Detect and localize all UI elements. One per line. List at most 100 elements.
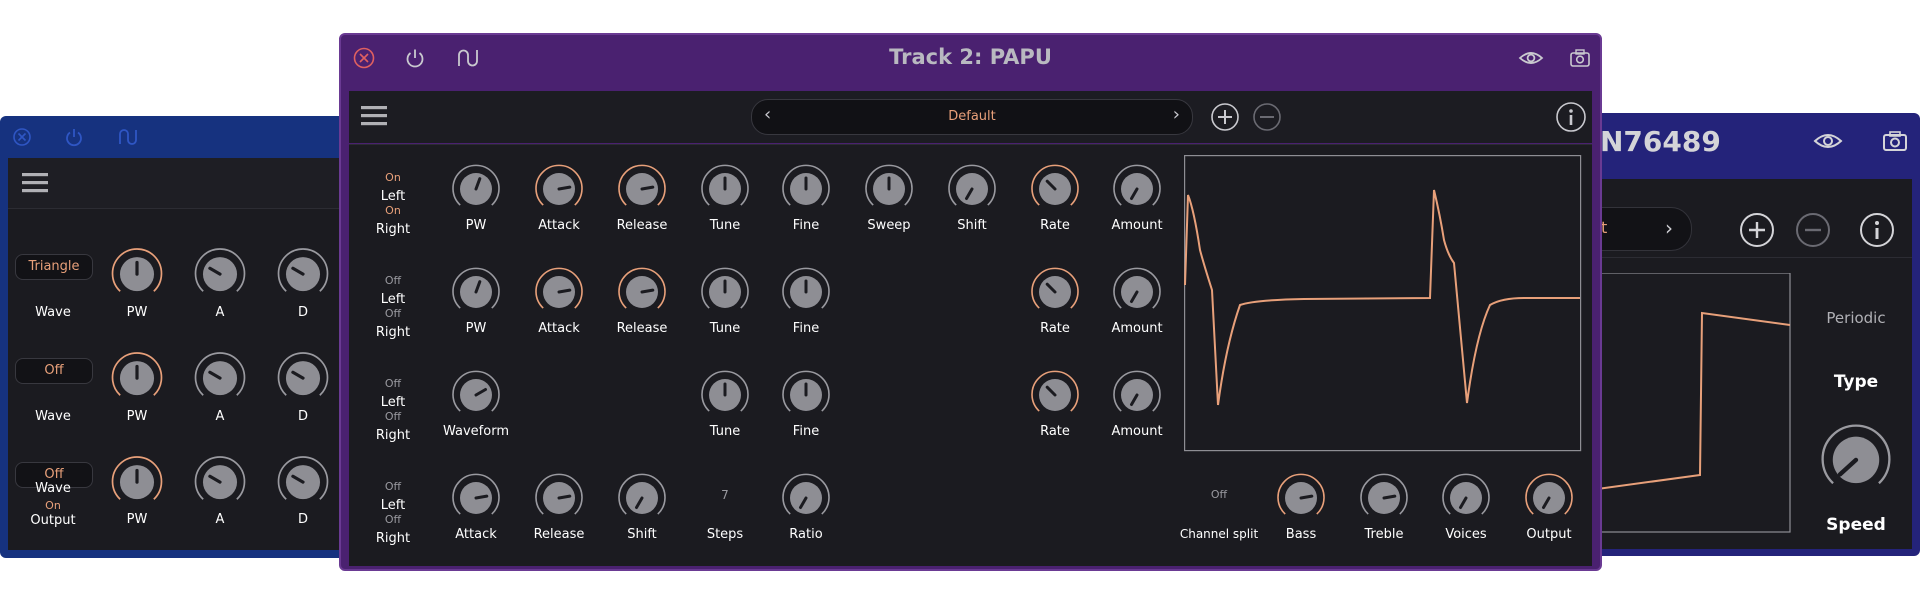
row1-toggle-state[interactable]: On bbox=[385, 204, 401, 217]
left-d-knob[interactable] bbox=[270, 239, 336, 305]
row1-pw-label: PW bbox=[465, 218, 487, 233]
right-camera-icon[interactable] bbox=[1882, 130, 1908, 152]
steps-value[interactable]: 7 bbox=[721, 488, 729, 502]
row3-channel-label-left: Left bbox=[380, 395, 406, 410]
steps-label: Steps bbox=[706, 527, 744, 542]
main-controls: On Left On Right PW Attack Release Tune Fine Swee… bbox=[341, 35, 1600, 569]
treble-knob[interactable] bbox=[1353, 465, 1415, 527]
left-row2-a-label: A bbox=[215, 409, 225, 424]
tune-knob[interactable] bbox=[694, 362, 756, 424]
row2-tune-label: Tune bbox=[709, 321, 741, 336]
attack-knob[interactable] bbox=[528, 156, 590, 218]
row2-toggle-state[interactable]: Off bbox=[385, 307, 401, 320]
row1-channel-label-left: Left bbox=[380, 189, 406, 204]
left-row2-pw-label: PW bbox=[126, 409, 148, 424]
pw-knob[interactable] bbox=[445, 156, 507, 218]
left-row2-d-label: D bbox=[297, 409, 309, 424]
left-row3-wave-label: Wave bbox=[35, 481, 71, 496]
left-row1-a-label: A bbox=[215, 305, 225, 320]
left-d-knob[interactable] bbox=[270, 343, 336, 409]
fine-knob[interactable] bbox=[775, 156, 837, 218]
release-knob[interactable] bbox=[611, 259, 673, 321]
left-pw-knob[interactable] bbox=[104, 239, 170, 305]
row2-rate-label: Rate bbox=[1040, 321, 1070, 336]
row3-waveform-label: Waveform bbox=[443, 424, 509, 439]
row4-release-label: Release bbox=[533, 527, 585, 542]
left-pw-knob[interactable] bbox=[104, 343, 170, 409]
channel-split-label: Channel split bbox=[1179, 527, 1259, 541]
left-row3-a-label: A bbox=[215, 512, 225, 527]
left-output-toggle[interactable]: On bbox=[45, 499, 61, 512]
right-preset-box[interactable]: t › bbox=[1590, 207, 1692, 251]
tune-knob[interactable] bbox=[694, 259, 756, 321]
row1-amount-label: Amount bbox=[1111, 218, 1163, 233]
fine-knob[interactable] bbox=[775, 362, 837, 424]
left-a-knob[interactable] bbox=[187, 343, 253, 409]
row2-channel-label-right: Right bbox=[375, 325, 411, 340]
voices-knob[interactable] bbox=[1435, 465, 1497, 527]
left-controls: Triangle Wave PW A D Off Wave PW A D Off Wave On Outp… bbox=[0, 116, 345, 558]
left-row3-d-label: D bbox=[297, 512, 309, 527]
row3-fine-label: Fine bbox=[792, 424, 820, 439]
right-add-preset-icon[interactable] bbox=[1738, 211, 1776, 249]
sweep-knob[interactable] bbox=[858, 156, 920, 218]
row2-attack-label: Attack bbox=[538, 321, 580, 336]
master-treble-label: Treble bbox=[1364, 527, 1404, 542]
main-plugin-window: Track 2: PAPU ‹ Default › On Left On Right P… bbox=[339, 33, 1602, 571]
row1-tune-label: Tune bbox=[709, 218, 741, 233]
amount-knob[interactable] bbox=[1106, 259, 1168, 321]
row1-toggle-state[interactable]: On bbox=[385, 171, 401, 184]
right-eye-icon[interactable] bbox=[1812, 129, 1844, 153]
attack-knob[interactable] bbox=[445, 465, 507, 527]
row3-tune-label: Tune bbox=[709, 424, 741, 439]
amount-knob[interactable] bbox=[1106, 156, 1168, 218]
shift-knob[interactable] bbox=[941, 156, 1003, 218]
row1-rate-label: Rate bbox=[1040, 218, 1070, 233]
output-knob[interactable] bbox=[1518, 465, 1580, 527]
row4-ratio-label: Ratio bbox=[789, 527, 823, 542]
left-row1-d-label: D bbox=[297, 305, 309, 320]
rate-knob[interactable] bbox=[1024, 156, 1086, 218]
attack-knob[interactable] bbox=[528, 259, 590, 321]
ratio-knob[interactable] bbox=[775, 465, 837, 527]
left-a-knob[interactable] bbox=[187, 239, 253, 305]
right-info-icon[interactable] bbox=[1858, 211, 1896, 249]
release-knob[interactable] bbox=[528, 465, 590, 527]
left-row2-wave-selector[interactable]: Off bbox=[15, 358, 93, 384]
shift-knob[interactable] bbox=[611, 465, 673, 527]
release-knob[interactable] bbox=[611, 156, 673, 218]
rate-knob[interactable] bbox=[1024, 259, 1086, 321]
pw-knob[interactable] bbox=[445, 259, 507, 321]
row3-toggle-state[interactable]: Off bbox=[385, 377, 401, 390]
row3-toggle-state[interactable]: Off bbox=[385, 410, 401, 423]
bass-knob[interactable] bbox=[1270, 465, 1332, 527]
row4-toggle-state[interactable]: Off bbox=[385, 513, 401, 526]
left-pw-knob[interactable] bbox=[104, 447, 170, 513]
fine-knob[interactable] bbox=[775, 259, 837, 321]
row2-toggle-state[interactable]: Off bbox=[385, 274, 401, 287]
right-remove-preset-icon[interactable] bbox=[1794, 211, 1832, 249]
row4-attack-label: Attack bbox=[455, 527, 497, 542]
row1-shift-label: Shift bbox=[957, 218, 987, 233]
row4-toggle-state[interactable]: Off bbox=[385, 480, 401, 493]
right-plugin-window: N76489 t › Periodic Type Speed bbox=[1590, 113, 1920, 556]
right-speed-knob[interactable] bbox=[1811, 412, 1901, 502]
right-waveform-display bbox=[1590, 273, 1791, 533]
right-preset-next-icon[interactable]: › bbox=[1665, 216, 1673, 240]
channel-split-toggle[interactable]: Off bbox=[1211, 488, 1227, 501]
row2-pw-label: PW bbox=[465, 321, 487, 336]
left-row1-wave-selector[interactable]: Triangle bbox=[15, 254, 93, 280]
waveform-knob[interactable] bbox=[445, 362, 507, 424]
row2-release-label: Release bbox=[616, 321, 668, 336]
rate-knob[interactable] bbox=[1024, 362, 1086, 424]
amount-knob[interactable] bbox=[1106, 362, 1168, 424]
tune-knob[interactable] bbox=[694, 156, 756, 218]
left-row1-wave-label: Wave bbox=[35, 305, 71, 320]
row1-fine-label: Fine bbox=[792, 218, 820, 233]
row2-channel-label-left: Left bbox=[380, 292, 406, 307]
left-d-knob[interactable] bbox=[270, 447, 336, 513]
left-row1-pw-label: PW bbox=[126, 305, 148, 320]
row1-release-label: Release bbox=[616, 218, 668, 233]
left-a-knob[interactable] bbox=[187, 447, 253, 513]
row3-amount-label: Amount bbox=[1111, 424, 1163, 439]
